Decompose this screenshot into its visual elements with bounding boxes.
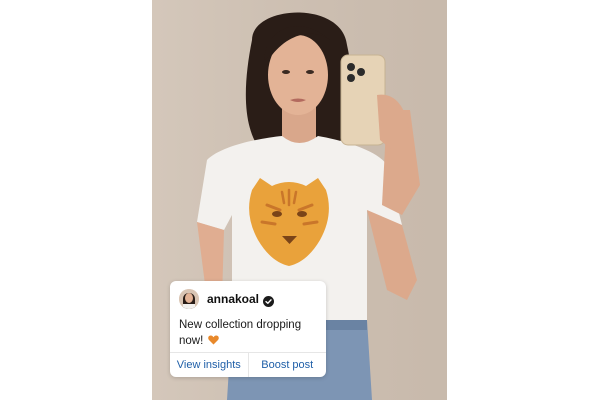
post-caption: New collection dropping now! bbox=[179, 317, 319, 349]
boost-post-button[interactable]: Boost post bbox=[247, 353, 327, 377]
username[interactable]: annakoal bbox=[207, 292, 259, 306]
view-insights-button[interactable]: View insights bbox=[170, 353, 248, 377]
post-card: annakoal New collection dropping now! Vi… bbox=[170, 281, 326, 377]
verified-badge-icon bbox=[263, 294, 275, 307]
caption-text: New collection dropping now! bbox=[179, 319, 302, 347]
avatar[interactable] bbox=[179, 289, 199, 309]
post-header: annakoal bbox=[179, 289, 275, 309]
post-actions: View insights Boost post bbox=[170, 352, 326, 377]
orange-heart-icon bbox=[207, 334, 219, 345]
